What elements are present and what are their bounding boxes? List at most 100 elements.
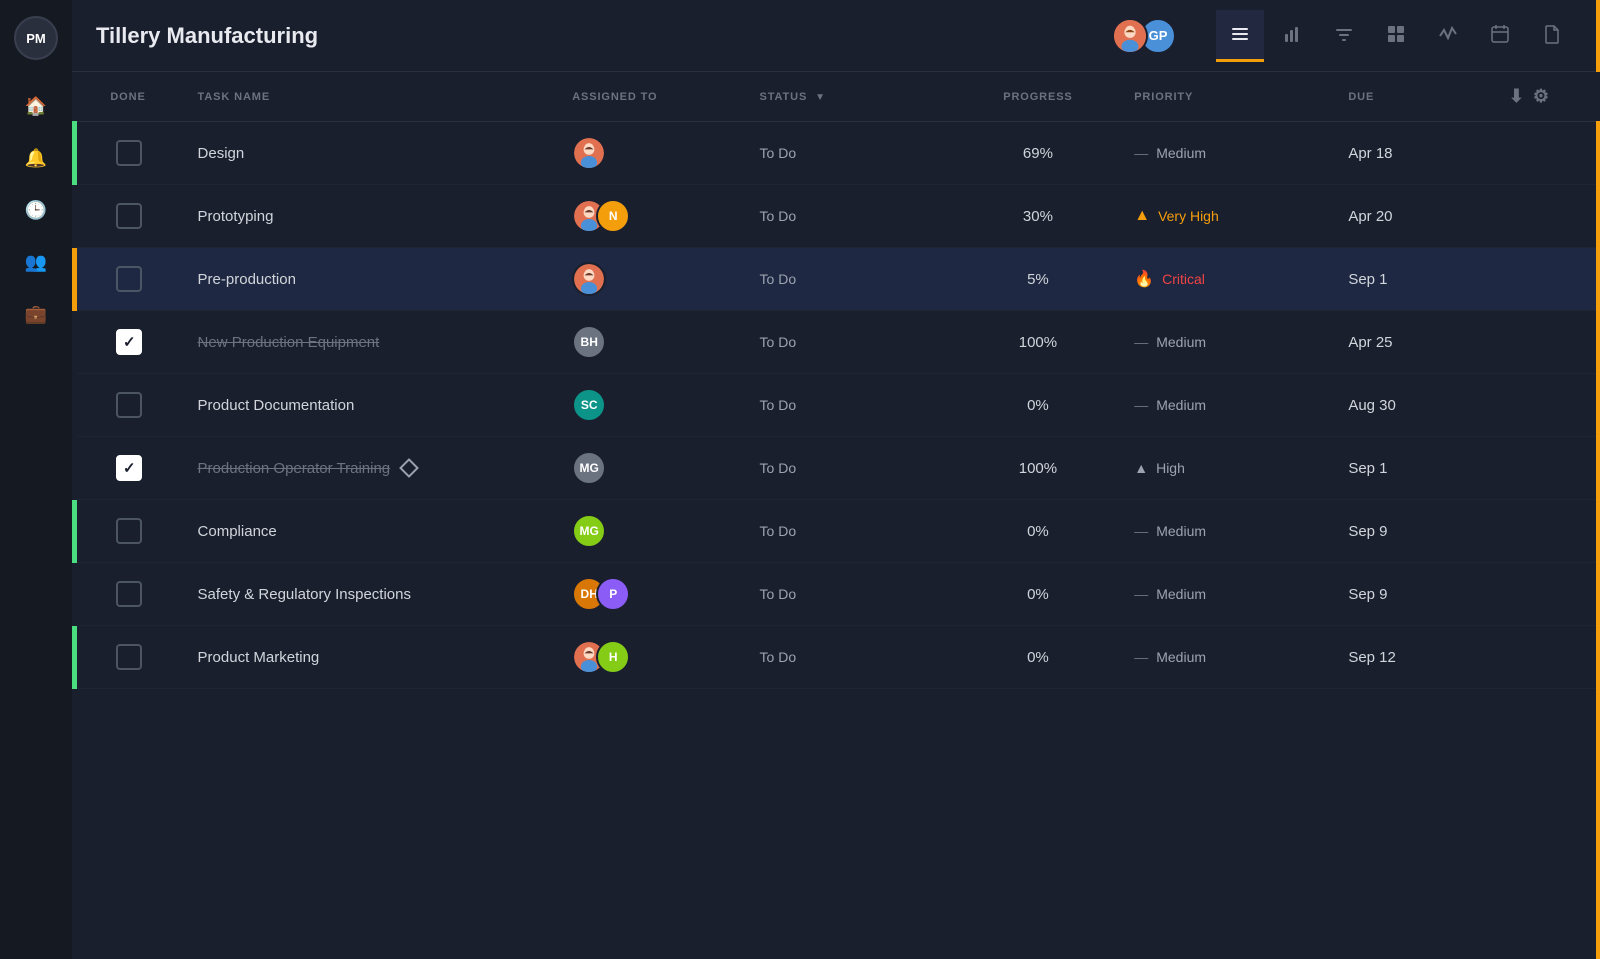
progress-value: 0%	[1027, 649, 1049, 666]
status-cell: To Do	[744, 500, 958, 563]
priority-label: Medium	[1156, 145, 1206, 161]
progress-value: 30%	[1023, 208, 1053, 225]
task-checkbox[interactable]	[116, 581, 142, 607]
row-actions-cell	[1493, 437, 1600, 500]
priority-cell: ▲ Very High	[1118, 185, 1332, 248]
task-name-cell: New Production Equipment	[182, 311, 557, 374]
due-date-value: Apr 18	[1348, 145, 1392, 162]
task-name-label: Pre-production	[198, 271, 541, 288]
table-row[interactable]: Production Operator TrainingMGTo Do100%▲…	[75, 437, 1600, 500]
done-cell	[75, 248, 182, 311]
table-row[interactable]: Product Marketing HTo Do0%— MediumSep 12	[75, 626, 1600, 689]
done-cell	[75, 500, 182, 563]
priority-cell: — Medium	[1118, 626, 1332, 689]
col-status[interactable]: STATUS ▼	[744, 72, 958, 122]
priority-cell: — Medium	[1118, 563, 1332, 626]
col-assigned-to: ASSIGNED TO	[556, 72, 743, 122]
chart-view-icon[interactable]	[1268, 10, 1316, 62]
avatar-user1[interactable]	[1112, 18, 1148, 54]
topbar-icons	[1216, 10, 1576, 62]
sidebar: PM 🏠 🔔 🕒 👥 💼	[0, 0, 72, 959]
task-table-container[interactable]: DONE TASK NAME ASSIGNED TO STATUS ▼ PROG…	[72, 72, 1600, 959]
table-row[interactable]: Design To Do69%— MediumApr 18	[75, 122, 1600, 185]
task-name-label: Prototyping	[198, 208, 541, 225]
assigned-to-cell: BH	[556, 311, 743, 374]
task-checkbox[interactable]	[116, 266, 142, 292]
table-row[interactable]: Safety & Regulatory InspectionsDHPTo Do0…	[75, 563, 1600, 626]
progress-cell: 0%	[958, 500, 1119, 563]
task-name-label: New Production Equipment	[198, 334, 541, 351]
row-actions-cell	[1493, 311, 1600, 374]
task-name-cell: Prototyping	[182, 185, 557, 248]
table-view-icon[interactable]	[1372, 10, 1420, 62]
due-date-value: Sep 1	[1348, 460, 1387, 477]
table-row[interactable]: Prototyping NTo Do30%▲ Very HighApr 20	[75, 185, 1600, 248]
assignee-avatar[interactable]: P	[596, 577, 630, 611]
assignee-avatar[interactable]: MG	[572, 514, 606, 548]
priority-label: Medium	[1156, 649, 1206, 665]
col-actions: ⬇ ⚙	[1493, 72, 1600, 122]
sidebar-item-portfolio[interactable]: 💼	[14, 292, 58, 336]
assignee-avatar[interactable]: MG	[572, 451, 606, 485]
sort-action-icon[interactable]: ⬇	[1509, 86, 1525, 107]
due-date-cell: Sep 1	[1332, 437, 1493, 500]
activity-view-icon[interactable]	[1424, 10, 1472, 62]
due-date-cell: Sep 12	[1332, 626, 1493, 689]
filter-action-icon[interactable]: ⚙	[1533, 86, 1550, 107]
task-name-label: Compliance	[198, 523, 541, 540]
diamond-icon	[399, 458, 419, 478]
file-view-icon[interactable]	[1528, 10, 1576, 62]
status-badge: To Do	[760, 397, 797, 413]
task-checkbox[interactable]	[116, 392, 142, 418]
status-cell: To Do	[744, 626, 958, 689]
table-row[interactable]: New Production EquipmentBHTo Do100%— Med…	[75, 311, 1600, 374]
status-badge: To Do	[760, 271, 797, 287]
filter-view-icon[interactable]	[1320, 10, 1368, 62]
status-badge: To Do	[760, 460, 797, 476]
task-checkbox[interactable]	[116, 329, 142, 355]
sidebar-item-people[interactable]: 👥	[14, 240, 58, 284]
priority-cell: — Medium	[1118, 122, 1332, 185]
avatar-group: GP	[1112, 18, 1176, 54]
priority-cell: — Medium	[1118, 500, 1332, 563]
sidebar-item-home[interactable]: 🏠	[14, 84, 58, 128]
priority-cell: 🔥 Critical	[1118, 248, 1332, 311]
progress-cell: 0%	[958, 563, 1119, 626]
task-checkbox[interactable]	[116, 644, 142, 670]
table-row[interactable]: Compliance MG To Do 0%— Medium Sep 9	[75, 500, 1600, 563]
task-checkbox[interactable]	[116, 203, 142, 229]
progress-cell: 30%	[958, 185, 1119, 248]
list-view-icon[interactable]	[1216, 10, 1264, 62]
assignee-avatar[interactable]: H	[596, 640, 630, 674]
calendar-view-icon[interactable]	[1476, 10, 1524, 62]
row-actions-cell	[1493, 500, 1600, 563]
status-badge: To Do	[760, 523, 797, 539]
row-actions-cell	[1493, 563, 1600, 626]
assignee-avatar[interactable]: N	[596, 199, 630, 233]
due-date-cell: Sep 9	[1332, 563, 1493, 626]
assignee-avatar[interactable]	[572, 136, 606, 170]
done-cell	[75, 122, 182, 185]
assignee-avatar[interactable]: SC	[572, 388, 606, 422]
sidebar-item-time[interactable]: 🕒	[14, 188, 58, 232]
sidebar-item-notifications[interactable]: 🔔	[14, 136, 58, 180]
done-cell	[75, 563, 182, 626]
assignee-avatar[interactable]	[572, 262, 606, 296]
status-sort-icon: ▼	[815, 92, 826, 103]
due-date-value: Apr 25	[1348, 334, 1392, 351]
task-name-label: Production Operator Training	[198, 460, 541, 477]
status-badge: To Do	[760, 208, 797, 224]
due-date-value: Aug 30	[1348, 397, 1396, 414]
done-cell	[75, 626, 182, 689]
task-checkbox[interactable]	[116, 455, 142, 481]
table-row[interactable]: Pre-production To Do5%🔥 CriticalSep 1	[75, 248, 1600, 311]
progress-cell: 5%	[958, 248, 1119, 311]
task-name-cell: Production Operator Training	[182, 437, 557, 500]
task-checkbox[interactable]	[116, 518, 142, 544]
table-row[interactable]: Product DocumentationSCTo Do0%— MediumAu…	[75, 374, 1600, 437]
assigned-to-cell: DHP	[556, 563, 743, 626]
task-checkbox[interactable]	[116, 140, 142, 166]
assignee-avatar[interactable]: BH	[572, 325, 606, 359]
due-date-value: Sep 9	[1348, 523, 1387, 540]
task-name-cell: Pre-production	[182, 248, 557, 311]
